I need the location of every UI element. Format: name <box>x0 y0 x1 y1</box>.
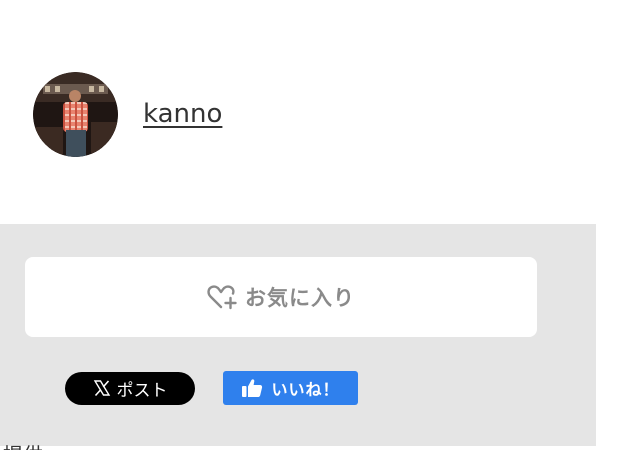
facebook-like-button[interactable]: いいね！ <box>223 371 358 405</box>
avatar[interactable] <box>33 72 118 157</box>
footer-partial-text: 提供 <box>3 443 122 450</box>
heart-plus-icon <box>207 285 237 310</box>
like-label: いいね！ <box>271 380 340 399</box>
author-name-link[interactable]: kanno <box>143 99 222 129</box>
action-panel: お気に入り ポスト いいね！ <box>0 224 596 446</box>
social-share-row: ポスト いいね！ <box>65 371 358 405</box>
thumbs-up-icon <box>242 379 263 397</box>
x-post-label: ポスト <box>116 380 168 401</box>
author-block: kanno <box>33 72 222 157</box>
x-post-button[interactable]: ポスト <box>65 371 195 405</box>
favorite-label: お気に入り <box>245 286 355 310</box>
x-logo-icon <box>93 380 110 397</box>
cropped-footer-text: 提供 <box>3 441 122 450</box>
favorite-button[interactable]: お気に入り <box>25 257 537 337</box>
page: kanno お気に入り ポスト いいね！ <box>0 0 630 450</box>
